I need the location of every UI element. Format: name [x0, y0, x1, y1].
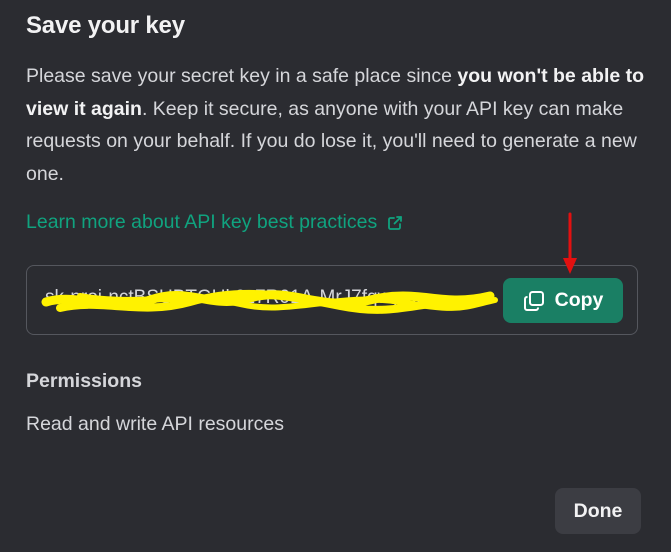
done-button[interactable]: Done — [555, 488, 641, 534]
copy-button[interactable]: Copy — [503, 278, 623, 323]
description-text-start: Please save your secret key in a safe pl… — [26, 65, 458, 87]
copy-icon — [523, 290, 545, 312]
permissions-value: Read and write API resources — [26, 413, 284, 435]
external-link-icon — [387, 215, 403, 231]
secret-key-value[interactable]: sk-proj-nctBSUBTGUk2z7R01A-MrJ7fqwyoc — [45, 287, 492, 309]
dialog-description: Please save your secret key in a safe pl… — [26, 60, 646, 190]
learn-more-link[interactable]: Learn more about API key best practices — [26, 211, 403, 234]
permissions-heading: Permissions — [26, 370, 142, 392]
copy-button-label: Copy — [554, 289, 604, 311]
save-key-dialog: Save your key Please save your secret ke… — [0, 0, 671, 552]
dialog-title: Save your key — [26, 12, 185, 39]
learn-more-label: Learn more about API key best practices — [26, 211, 378, 233]
